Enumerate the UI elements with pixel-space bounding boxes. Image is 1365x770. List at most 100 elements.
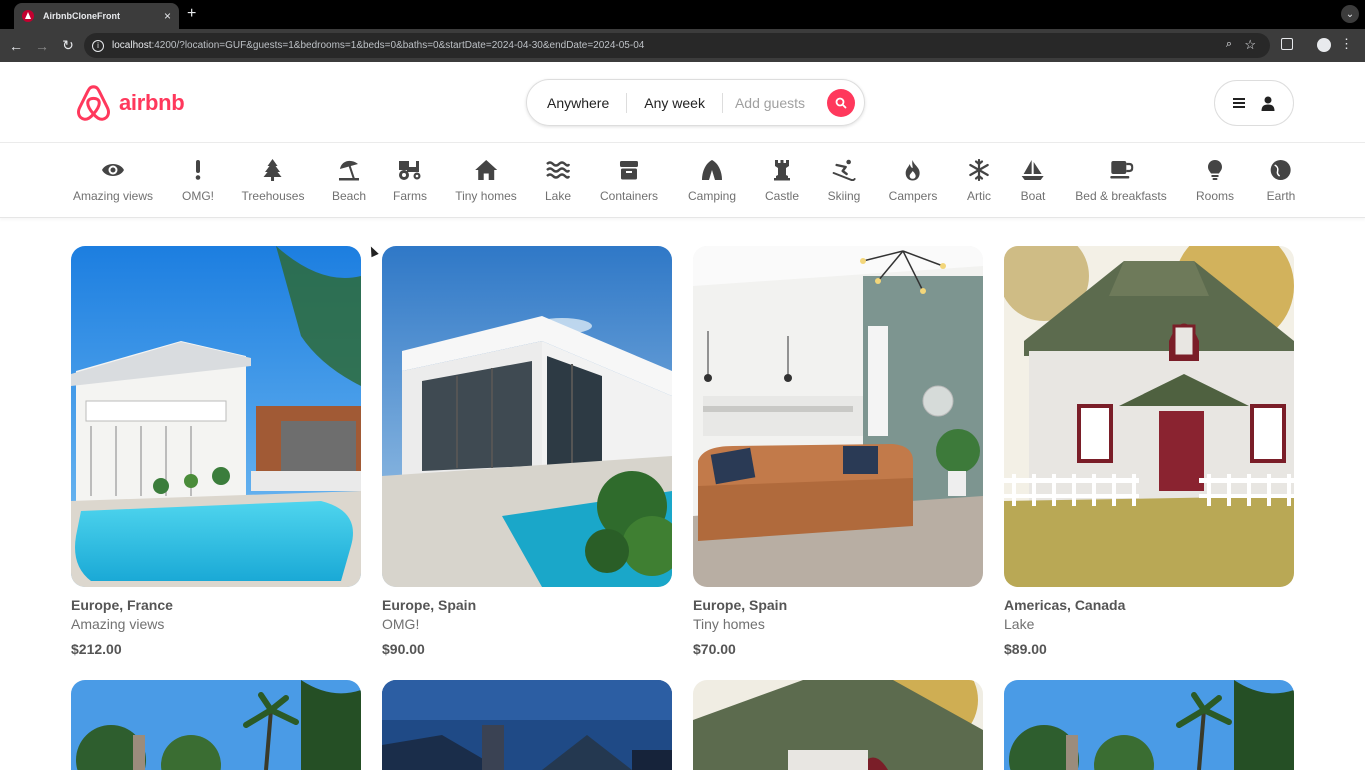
- bookmark-star-icon[interactable]: ☆: [1244, 37, 1256, 53]
- new-tab-button[interactable]: +: [187, 5, 196, 23]
- airbnb-logo-icon: [77, 85, 110, 121]
- url-bar[interactable]: i localhost:4200/?location=GUF&guests=1&…: [84, 33, 1270, 58]
- listing-card[interactable]: Americas, Canada Lake $89.00: [1004, 246, 1294, 657]
- listing-category: Amazing views: [71, 616, 165, 632]
- browser-tab[interactable]: AirbnbCloneFront ×: [14, 3, 179, 29]
- listing-photo[interactable]: [693, 680, 983, 770]
- tab-close-icon[interactable]: ×: [164, 9, 171, 23]
- mug-icon: [1109, 157, 1133, 183]
- listing-card[interactable]: Europe, Spain OMG! $90.00: [382, 246, 672, 657]
- umbrella-icon: [337, 157, 361, 183]
- url-path: :4200/?location=GUF&guests=1&bedrooms=1&…: [151, 40, 645, 51]
- browser-toolbar: ← → ↻ i localhost:4200/?location=GUF&gue…: [0, 29, 1365, 62]
- listing-photo[interactable]: [71, 246, 361, 587]
- category-skiing[interactable]: Skiing: [828, 157, 860, 203]
- category-amazing-views[interactable]: Amazing views: [73, 157, 153, 203]
- browser-tab-bar: AirbnbCloneFront × + ⌄: [0, 0, 1365, 29]
- brand-name: airbnb: [119, 90, 185, 115]
- category-label: Campers: [888, 189, 938, 203]
- url-host: localhost: [112, 40, 152, 51]
- user-menu-button[interactable]: [1214, 80, 1294, 126]
- category-earth[interactable]: Earth: [1266, 157, 1296, 203]
- listing-card[interactable]: Europe, France Amazing views $212.00: [71, 246, 361, 657]
- listing-location: Americas, Canada: [1004, 597, 1126, 613]
- profile-avatar-icon[interactable]: [1317, 38, 1331, 52]
- listing-category: Lake: [1004, 616, 1035, 632]
- category-artic[interactable]: Artic: [967, 157, 991, 203]
- category-tiny-homes[interactable]: Tiny homes: [455, 157, 517, 203]
- listing-photo[interactable]: [71, 680, 361, 770]
- snowflake-icon: [968, 157, 990, 183]
- category-castle[interactable]: Castle: [765, 157, 799, 203]
- category-farms[interactable]: Farms: [393, 157, 427, 203]
- forward-arrow-icon[interactable]: →: [32, 38, 52, 54]
- eye-icon: [101, 157, 125, 183]
- listing-price: $90.00: [382, 641, 425, 657]
- category-treehouses[interactable]: Treehouses: [241, 157, 305, 203]
- category-label: Camping: [687, 189, 737, 203]
- listing-category: Tiny homes: [693, 616, 765, 632]
- extensions-icon[interactable]: [1281, 38, 1293, 50]
- category-rooms[interactable]: Rooms: [1196, 157, 1234, 203]
- site-info-icon[interactable]: i: [92, 39, 104, 52]
- listing-location: Europe, Spain: [382, 597, 477, 613]
- sailboat-icon: [1021, 157, 1045, 183]
- listing-location: Europe, France: [71, 597, 173, 613]
- category-label: Boat: [1020, 189, 1046, 203]
- category-label: Bed & breakfasts: [1075, 189, 1167, 203]
- category-omg[interactable]: OMG!: [182, 157, 214, 203]
- category-label: Artic: [967, 189, 991, 203]
- airbnb-logo[interactable]: airbnb: [75, 83, 185, 123]
- search-button[interactable]: [827, 89, 855, 117]
- category-label: Treehouses: [241, 189, 305, 203]
- listing-photo[interactable]: [1004, 680, 1294, 770]
- listing-price: $70.00: [693, 641, 736, 657]
- listing-photo[interactable]: [382, 680, 672, 770]
- zoom-icon[interactable]: ⌕: [1226, 38, 1232, 51]
- category-camping[interactable]: Camping: [688, 157, 736, 203]
- category-label: Earth: [1266, 189, 1296, 203]
- category-beach[interactable]: Beach: [332, 157, 366, 203]
- category-label: Tiny homes: [455, 189, 517, 203]
- listing-card[interactable]: Europe, Spain Tiny homes $70.00: [693, 246, 983, 657]
- listing-photo[interactable]: [382, 246, 672, 587]
- globe-icon: [1270, 157, 1292, 183]
- back-arrow-icon[interactable]: ←: [6, 38, 26, 54]
- category-campers[interactable]: Campers: [888, 157, 938, 203]
- lightbulb-icon: [1207, 157, 1223, 183]
- category-lake[interactable]: Lake: [545, 157, 571, 203]
- tree-icon: [263, 157, 283, 183]
- browser-menu-icon[interactable]: ⋮: [1340, 36, 1353, 52]
- category-bed-and-breakfasts[interactable]: Bed & breakfasts: [1075, 157, 1167, 203]
- search-when-button[interactable]: Any week: [627, 95, 722, 111]
- category-label: Containers: [599, 189, 659, 203]
- category-label: Lake: [544, 189, 572, 203]
- listing-photo[interactable]: [1004, 246, 1294, 587]
- chess-rook-icon: [773, 157, 791, 183]
- category-label: Castle: [764, 189, 800, 203]
- reload-icon[interactable]: ↻: [58, 37, 78, 54]
- search-where-button[interactable]: Anywhere: [527, 95, 626, 111]
- hamburger-menu-icon: [1233, 96, 1245, 110]
- search-icon: [835, 97, 847, 109]
- box-icon: [619, 157, 639, 183]
- search-guests-button[interactable]: Add guests: [723, 95, 805, 111]
- category-boat[interactable]: Boat: [1020, 157, 1046, 203]
- angular-favicon-icon: [22, 10, 34, 22]
- listing-photo[interactable]: [693, 246, 983, 587]
- listing-price: $89.00: [1004, 641, 1047, 657]
- category-label: Rooms: [1195, 189, 1235, 203]
- listing-category: OMG!: [382, 616, 420, 632]
- exclamation-icon: [195, 157, 201, 183]
- listing-price: $212.00: [71, 641, 122, 657]
- category-containers[interactable]: Containers: [600, 157, 658, 203]
- user-icon: [1261, 96, 1275, 111]
- category-bar: Amazing views OMG! Treehouses Beach Farm…: [0, 143, 1365, 218]
- tent-icon: [700, 157, 724, 183]
- tab-search-chevron-icon[interactable]: ⌄: [1341, 5, 1359, 23]
- search-bar[interactable]: Anywhere Any week Add guests: [526, 79, 865, 126]
- url-text[interactable]: localhost:4200/?location=GUF&guests=1&be…: [112, 40, 644, 51]
- listing-location: Europe, Spain: [693, 597, 788, 613]
- category-label: Amazing views: [72, 189, 154, 203]
- category-label: Beach: [331, 189, 367, 203]
